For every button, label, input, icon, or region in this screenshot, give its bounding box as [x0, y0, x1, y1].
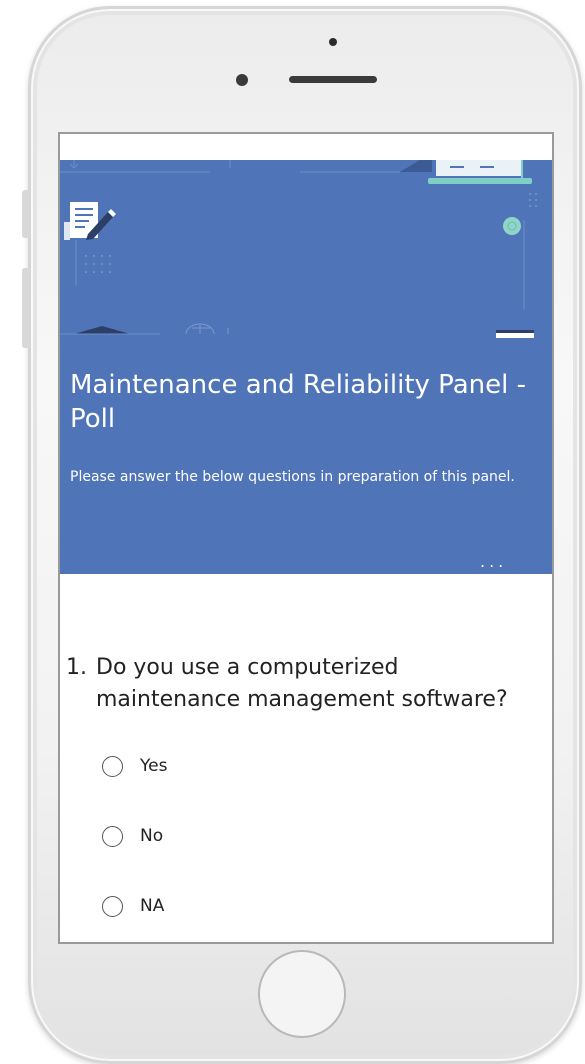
volume-up-button — [22, 190, 30, 238]
question-number: 1. — [66, 655, 87, 680]
front-sensor-icon — [236, 74, 248, 86]
speaker-grille — [289, 76, 377, 83]
form-title: Maintenance and Reliability Panel - Poll — [70, 370, 526, 434]
radio-button[interactable] — [102, 756, 123, 777]
form-subtitle: Please answer the below questions in pre… — [70, 469, 515, 485]
option-label: No — [140, 826, 164, 846]
more-options-button[interactable]: ... — [480, 554, 507, 570]
option-label: Yes — [140, 756, 168, 776]
radio-button[interactable] — [102, 896, 123, 917]
option-label: NA — [140, 896, 165, 916]
form-header: Maintenance and Reliability Panel - Poll… — [60, 160, 552, 574]
home-button[interactable] — [258, 950, 346, 1038]
camera-icon — [329, 38, 337, 46]
question-text: Do you use a computerized maintenance ma… — [96, 655, 508, 712]
radio-button[interactable] — [102, 826, 123, 847]
document-pencil-icon — [64, 202, 116, 240]
header-illustration — [60, 160, 537, 338]
volume-down-button — [22, 268, 30, 348]
phone-screen: Maintenance and Reliability Panel - Poll… — [58, 132, 554, 944]
